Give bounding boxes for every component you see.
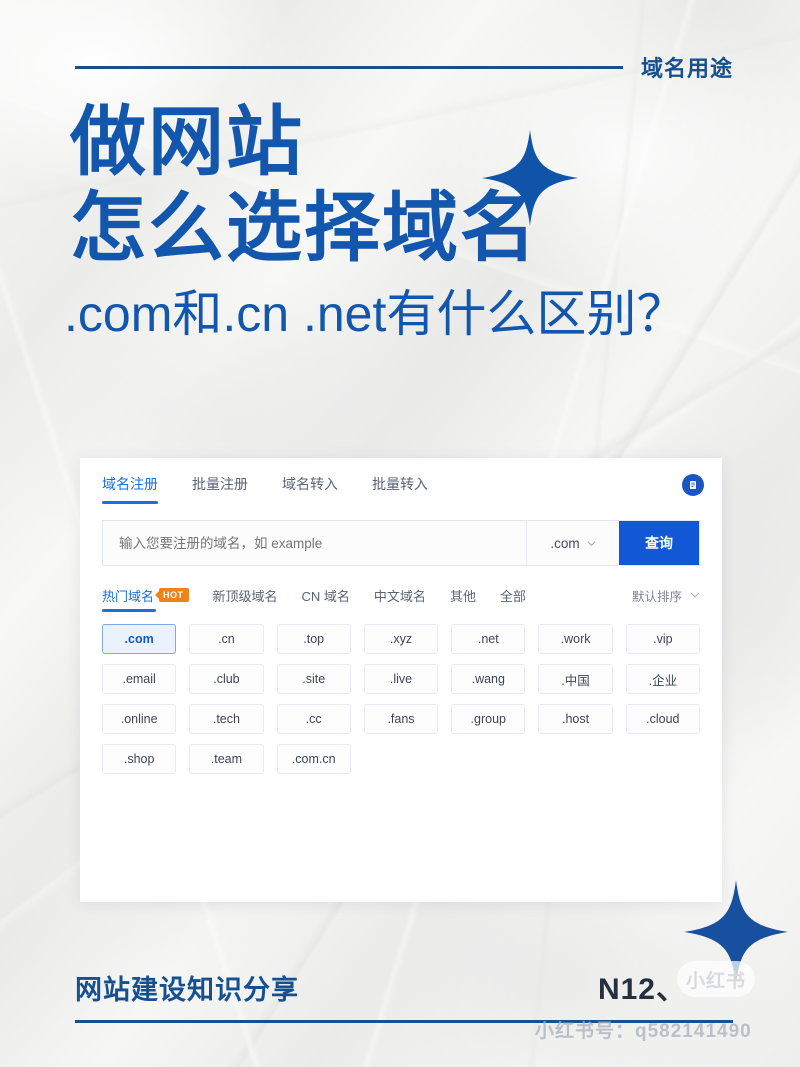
tld-chip[interactable]: .com xyxy=(102,624,177,654)
tld-chip[interactable]: .fans xyxy=(363,704,439,734)
tld-chip[interactable]: .work xyxy=(538,624,613,654)
tld-select[interactable]: .com xyxy=(526,521,619,565)
chevron-down-icon xyxy=(690,592,700,598)
tab-bulk-register[interactable]: 批量注册 xyxy=(192,458,248,510)
xiaohongshu-logo-badge: 小红书 xyxy=(677,961,755,997)
title-block: 做网站 怎么选择域名 .com和.cn .net有什么区别？ xyxy=(64,100,750,344)
footer-row: 网站建设知识分享 N12、 xyxy=(75,964,733,1008)
search-row: .com 查询 xyxy=(102,520,700,566)
tab-label: 批量转入 xyxy=(372,476,428,492)
filter-label: 新顶级域名 xyxy=(212,588,278,604)
chevron-down-icon xyxy=(587,541,595,546)
footer-left-label: 网站建设知识分享 xyxy=(75,975,299,1005)
search-button[interactable]: 查询 xyxy=(619,521,699,565)
tld-chip[interactable]: .wang xyxy=(451,664,526,694)
tld-chip[interactable]: .live xyxy=(363,664,439,694)
sort-label: 默认排序 xyxy=(631,589,682,604)
search-input[interactable] xyxy=(103,521,526,565)
document-icon[interactable] xyxy=(682,474,704,496)
filter-chinese-domains[interactable]: 中文域名 xyxy=(374,578,426,612)
title-subtitle: .com和.cn .net有什么区别？ xyxy=(64,285,687,342)
tld-chip[interactable]: .online xyxy=(102,704,177,734)
tld-chip-grid: .com .cn .top .xyz .net .work .vip .email .club.… xyxy=(102,624,700,774)
panel-empty-area xyxy=(80,774,722,870)
tld-chip[interactable]: .com.cn xyxy=(276,744,351,774)
filter-label: 中文域名 xyxy=(373,588,426,604)
search-area: .com 查询 xyxy=(80,510,722,566)
tld-chip[interactable]: .club xyxy=(189,664,264,694)
filter-label: CN 域名 xyxy=(301,588,350,604)
tab-label: 批量注册 xyxy=(192,476,248,492)
tld-chip[interactable]: .cloud xyxy=(625,704,700,734)
title-line-1-row: 做网站 xyxy=(70,100,750,186)
filter-new-gtld[interactable]: 新顶级域名 xyxy=(213,578,278,612)
tld-chip[interactable]: .vip xyxy=(625,624,700,654)
filter-label: 全部 xyxy=(499,588,526,604)
tld-chip[interactable]: .net xyxy=(451,624,526,654)
filter-all[interactable]: 全部 xyxy=(500,578,526,612)
title-line-2: 怎么选择域名 xyxy=(70,185,538,271)
domain-search-panel: 域名注册 批量注册 域名转入 批量转入 .com xyxy=(80,458,722,902)
title-line-1: 做网站 xyxy=(70,100,304,185)
tab-domain-register[interactable]: 域名注册 xyxy=(102,458,158,510)
watermark-account-id: 小红书号：q582141490 xyxy=(535,1021,752,1042)
filter-other[interactable]: 其他 xyxy=(450,578,476,612)
hot-badge: HOT xyxy=(159,587,189,603)
filter-label: 热门域名 xyxy=(102,588,155,604)
tld-chip[interactable]: .group xyxy=(451,704,526,734)
filter-cn-domains[interactable]: CN 域名 xyxy=(302,578,350,612)
tab-label: 域名转入 xyxy=(282,476,338,492)
tab-bulk-transfer[interactable]: 批量转入 xyxy=(372,458,428,510)
tld-select-value: .com xyxy=(550,535,580,551)
tld-chip[interactable]: .email xyxy=(102,664,177,694)
tld-chip[interactable]: .企业 xyxy=(625,664,700,694)
header-divider-line xyxy=(75,65,623,69)
filter-label: 其他 xyxy=(449,588,476,604)
sparkle-icon xyxy=(480,128,580,228)
tld-chip[interactable]: .xyz xyxy=(363,624,439,654)
tld-chip[interactable]: .host xyxy=(538,704,613,734)
footer-right-label: N12、 xyxy=(597,973,687,1006)
tab-label: 域名注册 xyxy=(102,476,158,492)
tld-chip[interactable]: .top xyxy=(276,624,351,654)
footer: 网站建设知识分享 N12、 xyxy=(75,964,733,1023)
tld-chip[interactable]: .team xyxy=(189,744,264,774)
header-bar: 域名用途 xyxy=(75,52,733,82)
tab-domain-transfer[interactable]: 域名转入 xyxy=(282,458,338,510)
xiaohongshu-logo-text: 小红书 xyxy=(685,970,746,992)
tld-chip[interactable]: .tech xyxy=(189,704,264,734)
tld-chip[interactable]: .中国 xyxy=(538,664,613,694)
header-label: 域名用途 xyxy=(640,56,733,81)
filter-hot-domains[interactable]: 热门域名 HOT xyxy=(102,578,189,612)
sort-dropdown[interactable]: 默认排序 xyxy=(632,586,700,605)
tld-chip[interactable]: .site xyxy=(276,664,351,694)
tld-chip[interactable]: .cn xyxy=(189,624,264,654)
panel-tab-bar: 域名注册 批量注册 域名转入 批量转入 xyxy=(80,458,722,510)
tld-chip[interactable]: .shop xyxy=(102,744,177,774)
tld-chip[interactable]: .cc xyxy=(276,704,351,734)
filter-row: 热门域名 HOT 新顶级域名 CN 域名 中文域名 其他 全部 默认排序 xyxy=(102,578,700,612)
